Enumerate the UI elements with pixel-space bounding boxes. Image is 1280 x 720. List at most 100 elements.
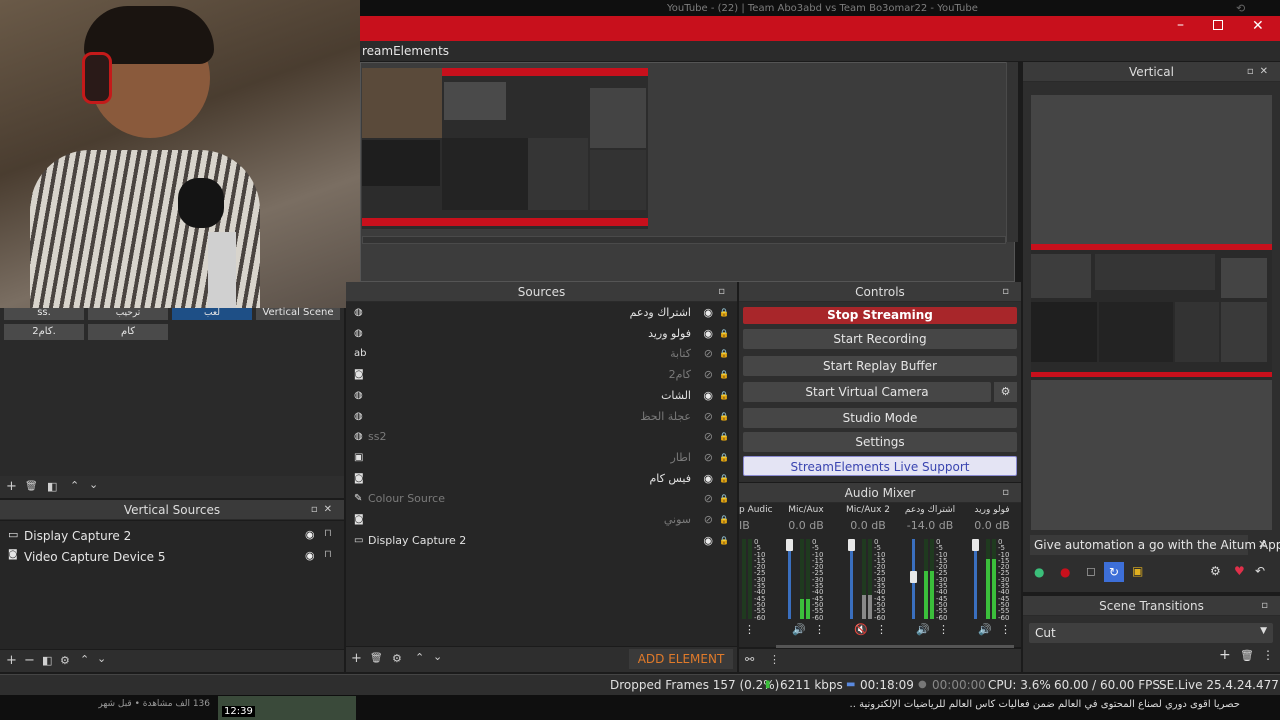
lock-icon[interactable]: 🔒 — [719, 407, 729, 427]
scene-item[interactable]: كام — [88, 324, 168, 340]
source-item[interactable]: ◍ اشتراك ودعم ◉ 🔒 — [348, 303, 735, 323]
eye-off-icon[interactable]: ⊘ — [704, 427, 713, 447]
lock-icon[interactable]: 🔒 — [719, 324, 729, 344]
settings-button[interactable]: Settings — [743, 432, 1017, 452]
heart-icon[interactable]: ♥ — [1234, 564, 1245, 578]
source-item[interactable]: ▣ اطار ⊘ 🔒 — [348, 448, 735, 468]
source-item[interactable]: ab كتابة ⊘ 🔒 — [348, 344, 735, 364]
speaker-icon[interactable]: 🔊 — [978, 623, 992, 636]
undo-icon[interactable]: ↶ — [1255, 564, 1265, 578]
list-item[interactable]: ◙ Video Capture Device 5 ◉ ⊓ — [0, 547, 344, 567]
add-scene-icon[interactable]: + — [6, 479, 17, 494]
chevron-down-icon[interactable]: ⌄ — [433, 650, 442, 663]
dock-float-icon[interactable]: ▫ — [1261, 596, 1274, 616]
eye-icon[interactable]: ◉ — [305, 549, 315, 562]
volume-fader[interactable] — [788, 539, 791, 619]
dock-float-close-icon[interactable]: ▫✕ — [1247, 62, 1274, 82]
lock-icon[interactable]: 🔒 — [719, 448, 729, 468]
scene-item[interactable]: ss. — [4, 308, 84, 320]
virtual-camera-settings-icon[interactable]: ⚙ — [994, 382, 1017, 402]
volume-fader[interactable] — [850, 539, 853, 619]
speaker-icon[interactable]: 🔊 — [792, 623, 806, 636]
gear-icon[interactable]: ⚙ — [1210, 564, 1221, 578]
eye-off-icon[interactable]: ⊘ — [704, 448, 713, 468]
fader-handle[interactable] — [972, 539, 979, 551]
dock-float-icon[interactable]: ▫ — [718, 282, 731, 302]
filter-icon[interactable]: ◧ — [47, 480, 57, 493]
eye-off-icon[interactable]: ⊘ — [704, 489, 713, 509]
eye-off-icon[interactable]: ⊘ — [704, 365, 713, 385]
more-icon[interactable]: ⋮ — [744, 623, 755, 636]
eye-icon[interactable]: ◉ — [305, 528, 315, 541]
source-item[interactable]: ◍ ss2 ⊘ 🔒 — [348, 427, 735, 447]
add-source-icon[interactable]: + — [6, 653, 17, 668]
source-item[interactable]: ✎ Colour Source ⊘ 🔒 — [348, 489, 735, 509]
chevron-down-icon[interactable]: ⌄ — [89, 478, 98, 491]
lock-icon[interactable]: 🔒 — [719, 386, 729, 406]
eye-icon[interactable]: ◉ — [703, 469, 713, 489]
lock-icon[interactable]: 🔒 — [719, 427, 729, 447]
remove-source-icon[interactable]: − — [24, 653, 35, 668]
trash-icon[interactable]: 🗑 — [1240, 649, 1254, 662]
browser-back-icon[interactable]: ⟲ — [1236, 2, 1245, 15]
eye-icon[interactable]: ◉ — [703, 531, 713, 551]
start-replay-buffer-button[interactable]: Start Replay Buffer — [743, 356, 1017, 376]
volume-fader[interactable] — [974, 539, 977, 619]
eye-off-icon[interactable]: ⊘ — [704, 344, 713, 364]
aitum-banner[interactable]: Give automation a go with the Aitum App — [1034, 538, 1280, 552]
eye-icon[interactable]: ◉ — [703, 324, 713, 344]
source-item[interactable]: ◍ الشات ◉ 🔒 — [348, 386, 735, 406]
source-item[interactable]: ▭ Display Capture 2 ◉ 🔒 — [348, 531, 735, 551]
dock-float-close-icon[interactable]: ▫✕ — [311, 500, 338, 520]
chevron-up-icon[interactable]: ⌃ — [415, 651, 424, 664]
fader-handle[interactable] — [786, 539, 793, 551]
more-icon[interactable]: ⋮ — [769, 653, 780, 666]
chevron-up-icon[interactable]: ⌃ — [70, 479, 79, 492]
scene-item-active[interactable]: لعب — [172, 308, 252, 320]
eye-off-icon[interactable]: ⊘ — [704, 510, 713, 530]
scene-item[interactable]: Vertical Scene — [256, 308, 340, 320]
source-item[interactable]: ◙ كام2 ⊘ 🔒 — [348, 365, 735, 385]
refresh-icon[interactable]: ↻ — [1104, 562, 1124, 582]
chat-icon[interactable]: ▣ — [1132, 564, 1143, 578]
add-transition-icon[interactable]: + — [1219, 647, 1231, 663]
minimize-icon[interactable]: – — [1177, 17, 1184, 33]
eye-icon[interactable]: ◉ — [703, 303, 713, 323]
lock-icon[interactable]: 🔒 — [719, 344, 729, 364]
gear-icon[interactable]: ⚙ — [392, 652, 402, 665]
fader-handle[interactable] — [910, 570, 917, 583]
close-icon[interactable]: ✕ — [1252, 18, 1264, 34]
start-recording-button[interactable]: Start Recording — [743, 329, 1017, 349]
source-item[interactable]: ◍ فولو وريد ◉ 🔒 — [348, 324, 735, 344]
lock-icon[interactable]: 🔒 — [719, 531, 729, 551]
lock-icon[interactable]: 🔒 — [719, 510, 729, 530]
more-icon[interactable]: ⋮ — [938, 623, 949, 636]
transition-select[interactable]: Cut ▼ — [1029, 623, 1273, 643]
start-virtual-camera-button[interactable]: Start Virtual Camera — [743, 382, 991, 402]
chevron-up-icon[interactable]: ⌃ — [80, 653, 89, 666]
eye-icon[interactable]: ◉ — [703, 386, 713, 406]
more-icon[interactable]: ⋮ — [1000, 623, 1011, 636]
lock-icon[interactable]: 🔒 — [719, 489, 729, 509]
add-element-button[interactable]: ADD ELEMENT — [629, 649, 733, 669]
connect-icon[interactable]: ● — [1034, 565, 1044, 579]
lock-icon[interactable]: 🔒 — [719, 469, 729, 489]
lock-icon[interactable]: ⊓ — [324, 549, 332, 560]
chevron-down-icon[interactable]: ⌄ — [97, 652, 106, 665]
more-icon[interactable]: ⋮ — [1262, 648, 1274, 662]
filter-icon[interactable]: ◧ — [42, 654, 52, 667]
record-icon[interactable]: ● — [1060, 565, 1070, 579]
more-icon[interactable]: ⋮ — [814, 623, 825, 636]
more-icon[interactable]: ⋮ — [876, 623, 887, 636]
source-item[interactable]: ◍ عجلة الحظ ⊘ 🔒 — [348, 407, 735, 427]
aitum-banner-close-icon[interactable]: ✕ — [1258, 538, 1267, 551]
maximize-icon[interactable] — [1213, 20, 1223, 30]
trash-icon[interactable]: 🗑 — [25, 481, 38, 492]
dock-float-icon[interactable]: ▫ — [1002, 483, 1015, 503]
live-support-button[interactable]: StreamElements Live Support — [743, 456, 1017, 476]
fader-handle[interactable] — [848, 539, 855, 551]
speaker-muted-icon[interactable]: 🔇 — [854, 623, 868, 636]
scene-item[interactable]: كام2. — [4, 324, 84, 340]
window-icon[interactable]: ◻ — [1086, 564, 1096, 578]
studio-mode-button[interactable]: Studio Mode — [743, 408, 1017, 428]
